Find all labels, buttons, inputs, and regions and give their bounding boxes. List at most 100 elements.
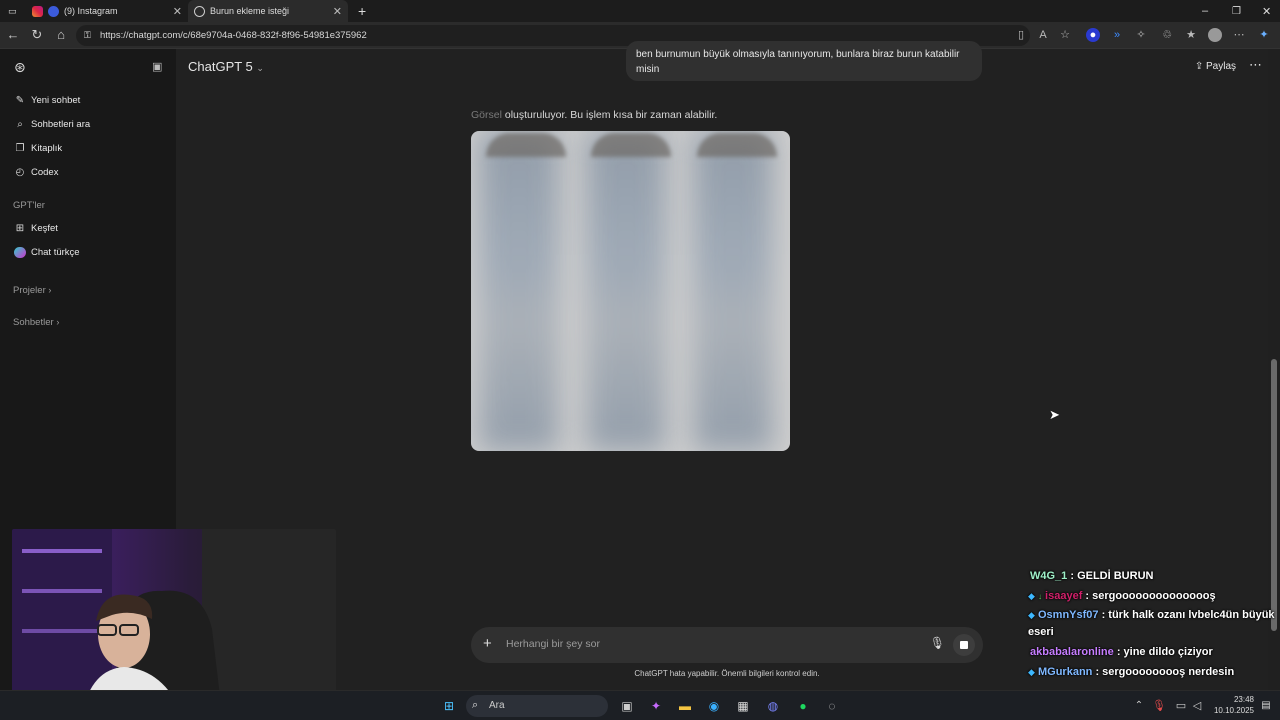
favorites-icon[interactable]: ★ xyxy=(1184,28,1198,42)
extensions-icon[interactable]: ✧ xyxy=(1134,28,1148,42)
clock-date: 10.10.2025 xyxy=(1213,706,1254,715)
sidebar-item-library[interactable]: ❐ Kitaplık xyxy=(14,143,63,154)
sidebar-projects[interactable]: Projeler › xyxy=(13,285,51,296)
volume-icon[interactable]: ◁ xyxy=(1188,697,1206,715)
scrollbar-thumb[interactable] xyxy=(1271,359,1277,631)
tab-instagram[interactable]: (9) Instagram ✕ xyxy=(26,0,188,22)
copilot-taskbar-icon[interactable]: ✦ xyxy=(647,697,665,715)
minimize-button[interactable]: – xyxy=(1196,0,1214,22)
task-view-icon[interactable]: ▣ xyxy=(618,697,636,715)
stop-button[interactable] xyxy=(953,634,975,656)
favorite-star-icon[interactable]: ☆ xyxy=(1058,28,1072,42)
mouse-cursor-icon: ➤ xyxy=(1049,407,1060,422)
plus-icon[interactable]: + xyxy=(483,635,492,652)
model-selector[interactable]: ChatGPT 5 ⌄ xyxy=(188,59,264,74)
sidebar-chats[interactable]: Sohbetler › xyxy=(13,317,59,328)
profile-avatar[interactable] xyxy=(1208,28,1222,42)
microphone-icon[interactable]: 🎙 xyxy=(930,636,945,650)
chevron-up-icon[interactable]: ⌃ xyxy=(1130,697,1148,715)
edge-icon[interactable]: ◉ xyxy=(705,697,723,715)
chat-text: : sergooooooooş nerdesin xyxy=(1092,666,1235,678)
browser-essentials-icon[interactable]: ♲ xyxy=(1160,28,1174,42)
edit-icon: ✎ xyxy=(15,95,25,106)
stream-chat-message: ◆ OsmnYsf07 : türk halk ozanı lvbelc4ün … xyxy=(1028,609,1275,621)
tab-chatgpt[interactable]: Burun ekleme isteği ✕ xyxy=(188,0,348,22)
notification-icon[interactable]: ▤ xyxy=(1257,697,1275,715)
extension-icon[interactable]: ● xyxy=(1086,28,1100,42)
spotify-icon[interactable]: ● xyxy=(794,697,812,715)
app-icon[interactable]: ◌ xyxy=(823,697,841,715)
openai-icon xyxy=(194,5,205,17)
reload-icon[interactable]: ↻ xyxy=(28,27,46,43)
taskbar: ⊞ ⌕ Ara ▣ ✦ ▬ ◉ ▦ ◍ ● ◌ ⌃ 🎙 ▭ ◁ 23:48 10… xyxy=(0,690,1280,720)
sidebar-item-new-chat[interactable]: ✎ Yeni sohbet xyxy=(14,95,81,106)
restore-button[interactable]: ❐ xyxy=(1226,0,1247,22)
blurred-head xyxy=(486,133,566,157)
stream-chat-message: ◆ MGurkann : sergooooooooş nerdesin xyxy=(1028,666,1234,678)
collapse-sidebar-icon[interactable]: ▣ xyxy=(152,60,162,73)
share-icon: ⇪ xyxy=(1194,61,1206,72)
chat-text: : GELDİ BURUN xyxy=(1067,570,1154,582)
url-text: https://chatgpt.com/c/68e9704a-0468-832f… xyxy=(100,30,367,41)
close-tab-icon[interactable]: ✕ xyxy=(333,5,342,18)
sidebar-item-label: Codex xyxy=(31,167,59,178)
menu-dots-icon[interactable]: ⋯ xyxy=(1232,28,1246,42)
share-button[interactable]: ⇪ Paylaş xyxy=(1195,61,1236,72)
chevron-down-icon: ⌄ xyxy=(256,63,264,73)
home-icon[interactable]: ⌂ xyxy=(52,27,70,42)
blurred-figure xyxy=(479,131,559,451)
generated-image-placeholder[interactable] xyxy=(471,131,790,451)
discord-icon[interactable]: ◍ xyxy=(764,697,782,715)
composer-placeholder: Herhangi bir şey sor xyxy=(506,638,600,650)
sidebar-item-label: Kitaplık xyxy=(31,143,63,154)
windows-start-icon[interactable]: ⊞ xyxy=(440,697,458,715)
user-message-bubble: ben burnumun büyük olmasıyla tanınıyorum… xyxy=(626,41,982,81)
chats-label: Sohbetler xyxy=(13,317,54,328)
sidebar-item-search[interactable]: ⌕ Sohbetleri ara xyxy=(14,119,90,130)
openai-logo-icon[interactable]: ⊛ xyxy=(14,59,26,76)
sidebar-item-chat-turkce[interactable]: Chat türkçe xyxy=(14,247,80,258)
disclaimer-text: ChatGPT hata yapabilir. Önemli bilgileri… xyxy=(634,669,820,678)
chat-text: : sergooooooooooooooş xyxy=(1082,590,1216,602)
audio-indicator-icon xyxy=(48,5,59,17)
file-explorer-icon[interactable]: ▬ xyxy=(676,697,694,715)
status-prefix: Görsel xyxy=(471,109,502,121)
composer[interactable]: + Herhangi bir şey sor 🎙 xyxy=(471,627,983,663)
stream-chat-message-continued: eseri xyxy=(1028,626,1054,638)
browser-tab-bar: ▭ (9) Instagram ✕ Burun ekleme isteği ✕ … xyxy=(0,0,1280,22)
instagram-icon xyxy=(32,5,43,17)
gpt-avatar-icon xyxy=(14,247,26,258)
tab-actions-icon[interactable]: ▭ xyxy=(2,0,20,22)
chat-username: akbabalaronline xyxy=(1030,646,1114,658)
blurred-head xyxy=(697,133,777,157)
microphone-icon[interactable]: 🎙 xyxy=(1150,697,1168,715)
scrollbar[interactable] xyxy=(1268,49,1280,690)
site-info-icon[interactable]: ⚿ xyxy=(84,25,91,46)
sidebar-item-label: Chat türkçe xyxy=(31,247,80,258)
chat-username: OsmnYsf07 xyxy=(1037,609,1099,621)
webcam-scene xyxy=(12,529,336,713)
clock[interactable]: 23:48 10.10.2025 xyxy=(1210,694,1254,716)
new-tab-button[interactable]: + xyxy=(352,0,372,22)
badge-icon: ◆ xyxy=(1028,667,1035,677)
stream-chat-message: ◆ ↓ isaayef : sergooooooooooooooş xyxy=(1028,590,1216,602)
reader-icon[interactable]: ▯ xyxy=(1014,28,1028,42)
extension-icon[interactable]: » xyxy=(1110,28,1124,42)
sidebar-item-explore[interactable]: ⊞ Keşfet xyxy=(14,223,58,234)
badge-icon: ↓ xyxy=(1037,592,1042,601)
taskbar-search[interactable]: ⌕ Ara xyxy=(466,695,608,717)
sidebar-item-label: Keşfet xyxy=(31,223,58,234)
status-text: oluşturuluyor. Bu işlem kısa bir zaman a… xyxy=(504,109,718,121)
copilot-icon[interactable]: ✦ xyxy=(1257,28,1271,42)
back-icon[interactable]: ← xyxy=(4,27,22,42)
close-window-button[interactable]: ✕ xyxy=(1256,0,1277,22)
more-options-icon[interactable]: ⋯ xyxy=(1249,57,1262,73)
close-tab-icon[interactable]: ✕ xyxy=(173,5,182,18)
model-label: ChatGPT 5 xyxy=(188,59,253,74)
projects-label: Projeler xyxy=(13,285,46,296)
store-icon[interactable]: ▦ xyxy=(734,697,752,715)
blurred-figure xyxy=(586,131,666,451)
sidebar-item-codex[interactable]: ◴ Codex xyxy=(14,167,59,178)
taskbar-search-label: Ara xyxy=(489,700,505,711)
read-aloud-icon[interactable]: A xyxy=(1036,28,1050,42)
